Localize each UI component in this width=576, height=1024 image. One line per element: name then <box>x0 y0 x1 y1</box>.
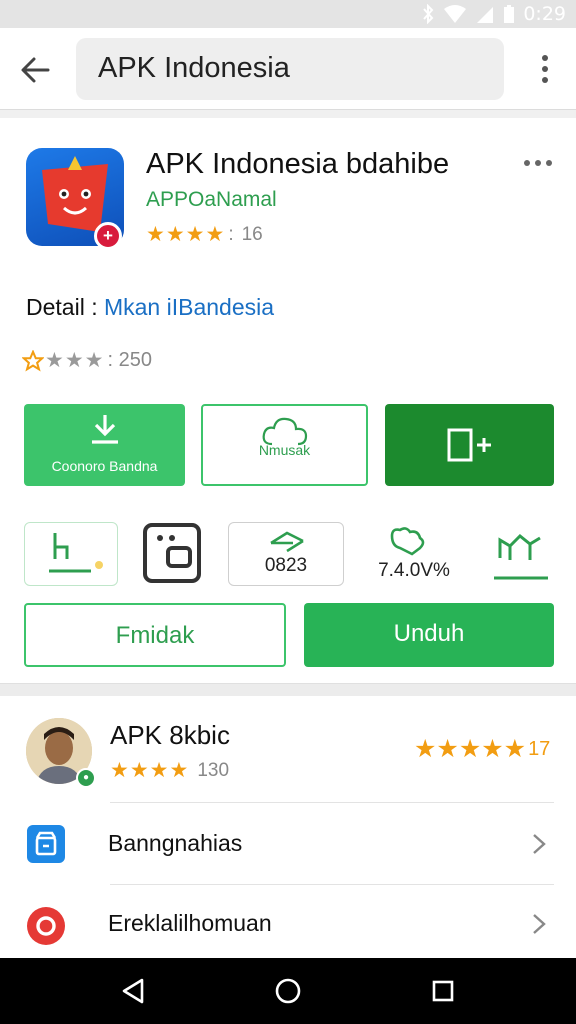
store-icon <box>27 825 65 863</box>
download-action-button[interactable]: Coonoro Bandna <box>24 404 185 486</box>
chevron-right-icon <box>533 834 546 854</box>
secondary-button-label: Fmidak <box>115 622 195 649</box>
app-developer[interactable]: APPOaNamal <box>146 188 277 212</box>
unduh-button-label: Unduh <box>393 620 465 647</box>
big-rating: ★★★★★ 17 <box>414 734 550 764</box>
record-icon <box>27 907 65 945</box>
cloud-action-button[interactable]: Nmusak <box>201 404 368 486</box>
status-bar: 0:29 <box>0 0 576 28</box>
review-rating-count: 130 <box>197 759 230 781</box>
list-divider <box>110 884 554 885</box>
app-detail-card: + APK Indonesia bdahibe APPOaNamal ★★★★ … <box>0 118 576 684</box>
wifi-icon <box>444 5 467 23</box>
chart-icon <box>494 533 548 580</box>
big-rating-count: 17 <box>528 737 551 760</box>
back-arrow-icon[interactable] <box>16 50 56 90</box>
related-list: ● APK 8kbic ★★★★ 130 ★★★★★ 17 Banngnahia… <box>0 696 576 958</box>
share-tile[interactable] <box>24 522 118 586</box>
rating-count: 16 <box>241 223 263 245</box>
app-badge: + <box>94 222 122 250</box>
review-rating: ★★★★ 130 <box>110 758 229 783</box>
review-stars: ★★★★ <box>110 759 190 782</box>
detail-stars: ★★★ <box>45 349 105 372</box>
cloud-action-label: Nmusak <box>258 442 311 458</box>
nav-recents-icon[interactable] <box>430 977 456 1005</box>
section-divider <box>0 684 576 696</box>
count-tile[interactable]: 0823 <box>228 522 344 586</box>
detail-line: Detail : Mkan iIBandesia <box>26 294 274 321</box>
more-horiz-icon[interactable] <box>522 156 554 170</box>
list-divider <box>110 802 554 803</box>
list-item-label: Banngnahias <box>108 830 243 856</box>
list-item-label: Ereklalilhomuan <box>108 910 272 936</box>
review-title[interactable]: APK 8kbic <box>110 720 230 751</box>
star-outline-icon <box>22 349 44 371</box>
rating-stars: ★★★★ <box>146 223 226 246</box>
search-input[interactable]: APK Indonesia <box>76 38 504 100</box>
avatar-badge-icon: ● <box>76 768 96 788</box>
detail-rating: ★★★ : 250 <box>22 348 152 373</box>
toolbar-shadow <box>0 110 576 118</box>
count-value: 0823 <box>264 555 308 576</box>
secondary-button[interactable]: Fmidak <box>24 603 286 667</box>
download-action-label: Coonoro Bandna <box>51 458 158 474</box>
unduh-button[interactable]: Unduh <box>304 603 554 667</box>
signal-icon <box>477 7 494 23</box>
status-time: 0:29 <box>523 3 566 25</box>
gallery-tile[interactable] <box>142 522 202 586</box>
detail-label: Detail : <box>26 294 98 320</box>
share-icon <box>49 533 103 573</box>
percent-value: 7.4.0V% <box>378 560 450 581</box>
chevron-right-icon <box>533 914 546 934</box>
percent-tile[interactable]: 7.4.0V% <box>362 522 466 586</box>
nav-back-icon[interactable] <box>120 977 146 1005</box>
send-icon <box>270 531 304 553</box>
nav-home-icon[interactable] <box>274 977 302 1005</box>
download-icon <box>92 415 118 444</box>
detail-rating-count: : 250 <box>107 349 152 371</box>
navigation-bar <box>0 958 576 1024</box>
app-title: APK Indonesia bdahibe <box>146 148 450 180</box>
app-toolbar: APK Indonesia <box>0 28 576 110</box>
status-icons: 0:29 <box>421 3 566 25</box>
detail-value[interactable]: Mkan iIBandesia <box>104 294 274 320</box>
more-vert-icon[interactable] <box>534 52 556 86</box>
battery-icon <box>504 5 515 23</box>
rating-separator: : <box>228 223 234 245</box>
gallery-icon <box>143 523 201 583</box>
bluetooth-icon <box>423 4 434 24</box>
app-rating: ★★★★ : 16 <box>146 222 263 247</box>
add-action-button[interactable] <box>385 404 554 486</box>
search-query: APK Indonesia <box>98 52 290 84</box>
puzzle-icon <box>390 527 425 556</box>
add-box-icon <box>447 428 491 462</box>
big-rating-stars: ★★★★★ <box>414 735 527 763</box>
chart-tile[interactable] <box>490 522 552 586</box>
